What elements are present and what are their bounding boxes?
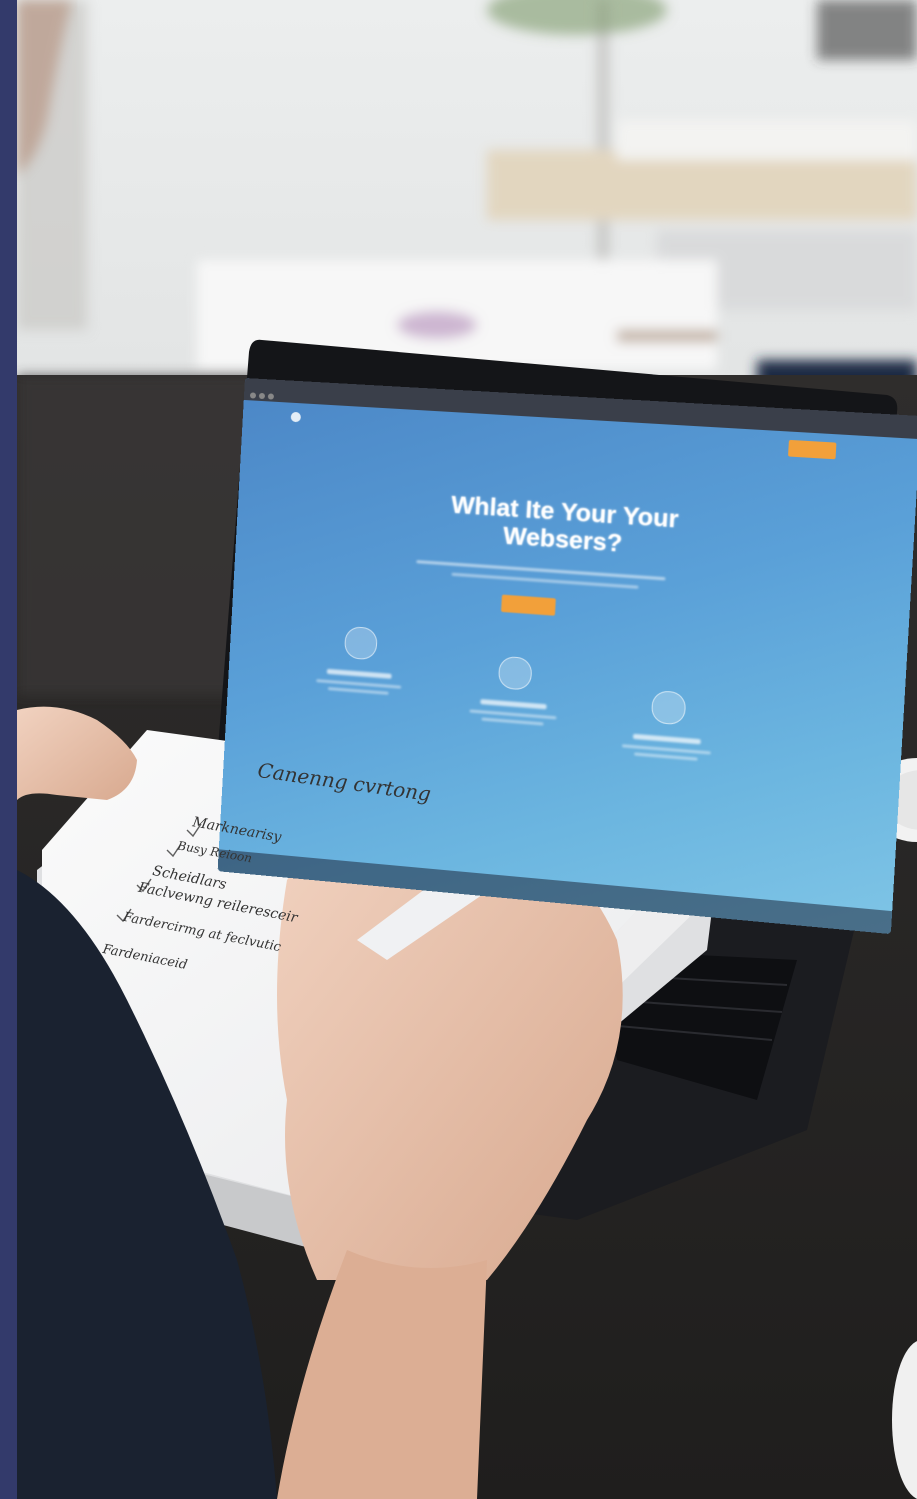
feature-card bbox=[450, 652, 578, 732]
logo-icon bbox=[290, 411, 302, 423]
feature-card bbox=[602, 686, 733, 767]
feature-card bbox=[298, 623, 423, 702]
laptop-screen: Whlat Ite Your Your Websers? bbox=[217, 378, 917, 935]
signup-button bbox=[788, 439, 837, 460]
left-accent-bar bbox=[0, 0, 17, 1499]
feature-icon bbox=[497, 655, 533, 691]
photo-scene: Whlat Ite Your Your Websers? Canenng cvr… bbox=[0, 0, 917, 1499]
feature-icon bbox=[343, 625, 378, 661]
feature-icon bbox=[650, 689, 687, 726]
office-photo: Whlat Ite Your Your Websers? Canenng cvr… bbox=[17, 0, 917, 1499]
